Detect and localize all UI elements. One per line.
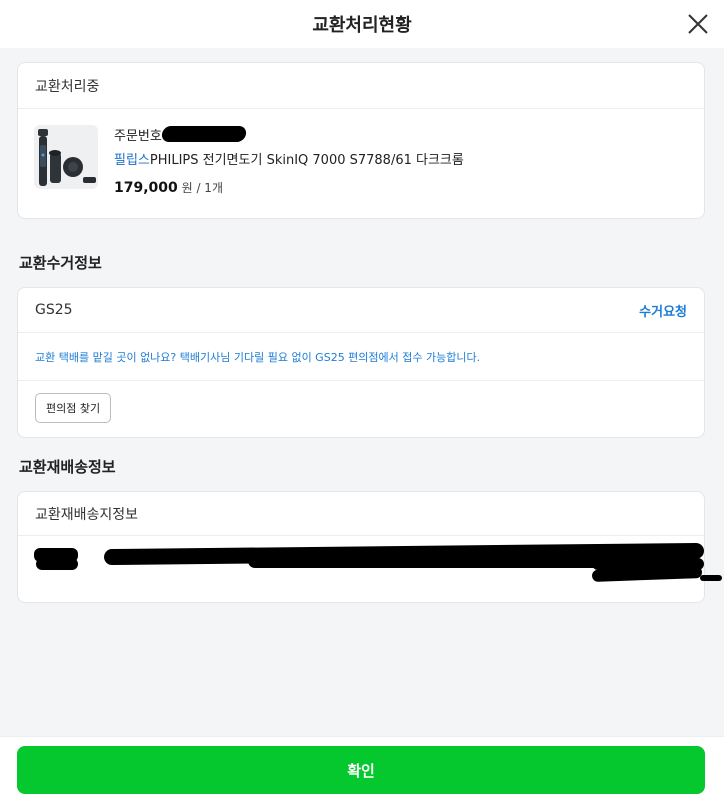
exchange-status-card: 교환처리중 주문번호 필립스PHILIPS 전기면도기 SkinIQ 7000 … xyxy=(17,62,705,219)
modal-header: 교환처리현황 xyxy=(0,0,724,48)
reship-section-title: 교환재배송정보 xyxy=(19,458,116,476)
product-thumbnail xyxy=(34,125,98,189)
product-item: 주문번호 필립스PHILIPS 전기면도기 SkinIQ 7000 S7788/… xyxy=(18,109,704,217)
price-quantity: 원 / 1개 xyxy=(181,181,223,195)
find-store-button[interactable]: 편의점 찾기 xyxy=(35,393,112,423)
pickup-section-title: 교환수거정보 xyxy=(19,254,102,272)
reship-address-label: 교환재배송지정보 xyxy=(18,492,704,536)
pickup-method: GS25 xyxy=(35,302,73,318)
product-price: 179,000 xyxy=(114,180,178,196)
footer-bar: 확인 xyxy=(0,736,724,802)
redacted-address xyxy=(18,536,704,602)
gs25-notice: 교환 택배를 맡길 곳이 없나요? 택배기사님 기다릴 필요 없이 GS25 편… xyxy=(18,333,704,381)
status-label: 교환처리중 xyxy=(18,63,704,109)
product-brand: 필립스 xyxy=(114,153,150,168)
order-number-label: 주문번호 xyxy=(114,128,162,144)
page-title: 교환처리현황 xyxy=(312,15,412,36)
close-icon[interactable] xyxy=(686,12,710,36)
pickup-request-link[interactable]: 수거요청 xyxy=(639,301,687,320)
pickup-method-row: GS25 수거요청 xyxy=(18,288,704,333)
product-name: PHILIPS 전기면도기 SkinIQ 7000 S7788/61 다크크롬 xyxy=(149,153,464,168)
redaction-stroke xyxy=(700,575,722,581)
redacted-order-number xyxy=(160,126,247,142)
confirm-button[interactable]: 확인 xyxy=(17,746,705,794)
reship-info-card: 교환재배송지정보 xyxy=(17,491,705,603)
pickup-info-card: GS25 수거요청 교환 택배를 맡길 곳이 없나요? 택배기사님 기다릴 필요… xyxy=(17,287,705,438)
